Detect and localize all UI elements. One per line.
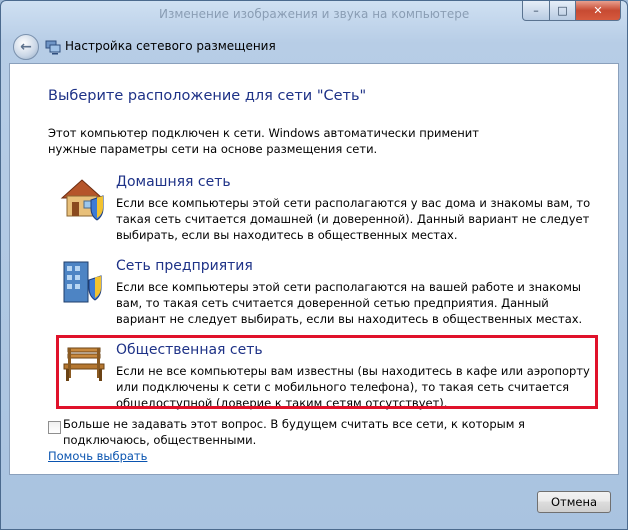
maximize-button[interactable]: □ bbox=[550, 1, 576, 21]
checkbox-label[interactable]: Больше не задавать этот вопрос. В будуще… bbox=[63, 416, 583, 448]
back-button[interactable]: ← bbox=[13, 34, 39, 60]
caption-buttons: – □ ✕ bbox=[522, 1, 621, 21]
content-panel: Выберите расположение для сети "Сеть" Эт… bbox=[9, 63, 619, 475]
option-description: Если все компьютеры этой сети располагаю… bbox=[116, 196, 591, 242]
background-window-title: Изменение изображения и звука на компьют… bbox=[159, 7, 470, 21]
footer: Отмена bbox=[9, 475, 619, 523]
work-network-icon bbox=[63, 261, 102, 303]
help-me-choose-link[interactable]: Помочь выбрать bbox=[48, 449, 147, 463]
cancel-button[interactable]: Отмена bbox=[537, 491, 611, 513]
option-description: Если все компьютеры этой сети располагаю… bbox=[116, 280, 583, 326]
home-network-icon bbox=[60, 179, 104, 221]
page-title: Настройка сетевого размещения bbox=[65, 39, 276, 53]
dont-ask-again-checkbox[interactable] bbox=[48, 421, 61, 434]
minimize-button[interactable]: – bbox=[522, 1, 550, 21]
close-button[interactable]: ✕ bbox=[576, 1, 621, 21]
section-heading: Выберите расположение для сети "Сеть" bbox=[48, 88, 367, 104]
option-title: Сеть предприятия bbox=[116, 258, 253, 274]
dialog-window: Изменение изображения и звука на компьют… bbox=[0, 0, 628, 530]
navigation-bar: ← Настройка сетевого размещения bbox=[9, 31, 621, 61]
option-home-network[interactable]: Домашняя сеть Если все компьютеры этой с… bbox=[58, 174, 598, 244]
option-work-network[interactable]: Сеть предприятия Если все компьютеры это… bbox=[58, 258, 598, 328]
title-bar[interactable]: Изменение изображения и звука на компьют… bbox=[1, 1, 627, 29]
option-title: Домашняя сеть bbox=[116, 174, 231, 190]
highlight-box bbox=[56, 335, 598, 409]
intro-text: Этот компьютер подключен к сети. Windows… bbox=[48, 126, 479, 156]
network-location-icon bbox=[45, 40, 61, 55]
